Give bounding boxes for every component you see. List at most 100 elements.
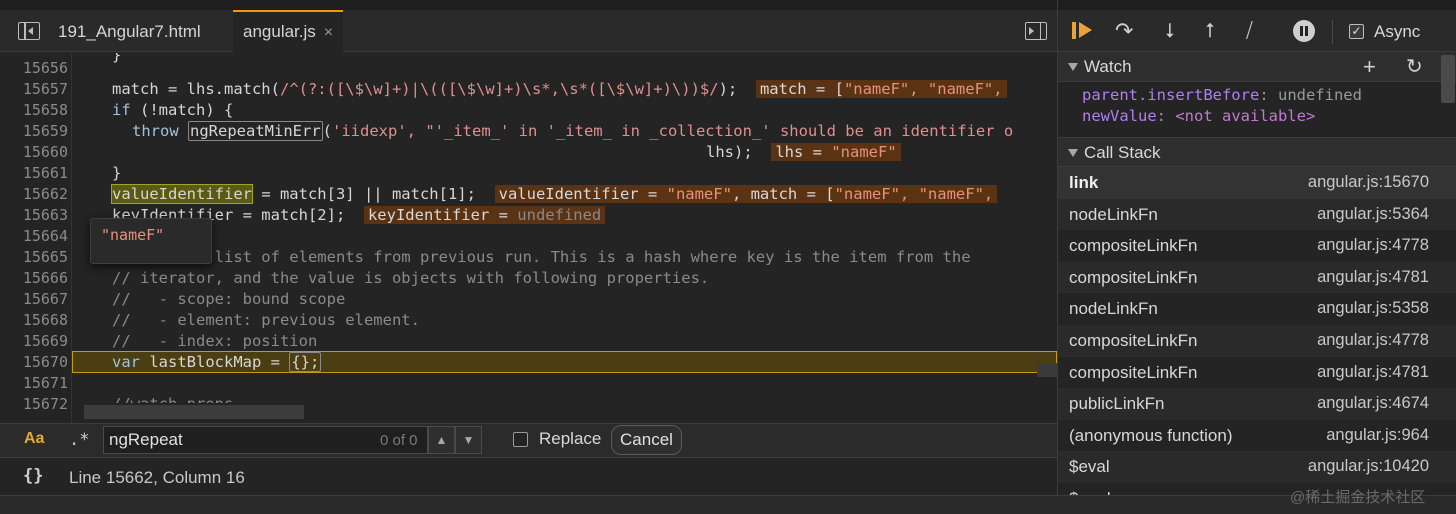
async-label: Async [1374,22,1421,41]
tab-angular7-html[interactable]: 191_Angular7.html [48,10,211,52]
step-over-icon[interactable]: ↷ [1115,20,1139,42]
replace-label: Replace [539,429,602,448]
line-number[interactable]: 15662 [0,184,68,205]
regex-button[interactable]: .* [69,430,89,450]
step-into-icon[interactable]: ⭣ [1158,20,1182,42]
pretty-print-button[interactable]: {} [23,466,43,486]
call-stack-section-header[interactable]: Call Stack [1058,137,1456,167]
horizontal-scrollbar[interactable] [72,403,1057,423]
line-number[interactable]: 15660 [0,142,68,163]
call-frame-function: compositeLinkFn [1069,236,1198,256]
inline-value: lhs = "nameF" [771,143,901,161]
call-frame[interactable]: nodeLinkFn angular.js:5358 [1058,293,1456,325]
line-number[interactable]: 15669 [0,331,68,352]
editor-pane: 191_Angular7.html angular.js × 15656 15657… [0,0,1057,514]
replace-checkbox[interactable] [513,432,528,447]
vertical-scrollbar-thumb[interactable] [1037,363,1057,377]
scrollbar-thumb[interactable] [84,405,304,419]
cancel-button[interactable]: Cancel [611,425,682,455]
call-frame-location[interactable]: angular.js:4778 [1317,236,1429,255]
code-line: lhs); lhs = "nameF" [706,142,901,163]
code-line: throw ngRepeatMinErr ('iidexp', "'_item_'… [132,121,1014,141]
async-checkbox[interactable]: ✓ [1349,24,1364,39]
call-frame-function: nodeLinkFn [1069,204,1158,224]
line-number[interactable]: 15656 [0,58,68,79]
call-frame[interactable]: publicLinkFn angular.js:4674 [1058,388,1456,420]
editor-tab-bar: 191_Angular7.html angular.js × [0,10,1057,52]
cursor-position: Line 15662, Column 16 [69,468,245,487]
call-frame[interactable]: compositeLinkFn angular.js:4781 [1058,261,1456,294]
call-stack-list: link angular.js:15670 nodeLinkFn angular.js… [1058,167,1456,495]
line-number[interactable]: 15667 [0,289,68,310]
navigator-toggle-icon[interactable] [18,22,40,40]
call-frame-location[interactable]: angular.js:4781 [1317,363,1429,382]
watch-item[interactable]: parent.insertBefore: undefined [1082,86,1362,104]
line-number[interactable]: 15672 [0,394,68,415]
line-number[interactable]: 15665 [0,247,68,268]
debugger-toggle-icon[interactable] [1025,22,1047,40]
inline-value: keyIdentifier = undefined [363,206,606,224]
close-icon[interactable]: × [324,24,333,41]
pause-on-exceptions-icon[interactable] [1293,20,1315,42]
call-frame-location[interactable]: angular.js:10420 [1308,457,1429,476]
code-line: // iterator, and the value is objects wi… [112,269,710,287]
deactivate-breakpoints-icon[interactable]: ⧸ [1246,20,1270,42]
tab-angular-js[interactable]: angular.js × [233,10,344,52]
call-frame-location[interactable]: angular.js:964 [1326,426,1429,445]
line-number[interactable]: 15663 [0,205,68,226]
call-frame-location[interactable]: angular.js:15670 [1308,173,1429,192]
line-number[interactable]: 15671 [0,373,68,394]
line-number[interactable]: 15668 [0,310,68,331]
hover-value-popover: "nameF" [90,218,212,264]
match-case-button[interactable]: Aa [24,430,44,448]
call-frame-location[interactable]: angular.js:5364 [1317,205,1429,224]
line-number-gutter: 15656 15657 15658 15659 15660 15661 15662 15663… [0,53,72,425]
call-frame[interactable]: nodeLinkFn angular.js:5364 [1058,198,1456,231]
call-frame-function: $eval [1069,457,1110,477]
line-number[interactable]: 15661 [0,163,68,184]
call-frame-function: nodeLinkFn [1069,299,1158,319]
tab-label: 191_Angular7.html [58,22,201,41]
resume-icon[interactable] [1072,20,1096,42]
watch-list: parent.insertBefore: undefined newValue:… [1058,82,1456,137]
call-frame[interactable]: compositeLinkFn angular.js:4778 [1058,230,1456,262]
status-bar: {} Line 15662, Column 16 [0,457,1057,495]
next-match-button[interactable]: ▼ [455,426,482,454]
call-frame-function: compositeLinkFn [1069,267,1198,287]
call-frame[interactable]: compositeLinkFn angular.js:4778 [1058,325,1456,357]
inline-value: valueIdentifier = "nameF", match = ["nam… [494,185,998,203]
chevron-down-icon: ▼ [462,433,475,447]
code-area[interactable]: } match = lhs.match(/^(?:([\$\w]+)|\(([\… [72,53,1057,403]
expand-triangle-icon [1068,149,1078,157]
chevron-up-icon: ▲ [435,433,448,447]
refresh-icon[interactable]: ↻ [1406,54,1423,79]
call-frame[interactable]: compositeLinkFn angular.js:4781 [1058,357,1456,389]
watermark: @稀土掘金技术社区 [1290,489,1426,506]
line-number[interactable]: 15664 [0,226,68,247]
call-frame-location[interactable]: angular.js:4674 [1317,394,1429,413]
code-line: // - index: position [112,332,318,350]
line-number[interactable]: 15666 [0,268,68,289]
section-title: Watch [1084,57,1132,76]
call-frame[interactable]: $eval angular.js:10420 [1058,451,1456,483]
call-frame-location[interactable]: angular.js:4778 [1317,331,1429,350]
line-number[interactable]: 15659 [0,121,68,142]
call-frame[interactable]: (anonymous function) angular.js:964 [1058,420,1456,452]
step-out-icon[interactable]: ⭡ [1198,20,1222,42]
code-line: var lastBlockMap = {}; [112,352,322,372]
expand-triangle-icon [1068,63,1078,71]
line-number[interactable]: 15658 [0,100,68,121]
call-frame-location[interactable]: angular.js:4781 [1317,268,1429,287]
call-frame[interactable]: link angular.js:15670 [1058,167,1456,199]
call-frame-function: compositeLinkFn [1069,362,1198,382]
line-number[interactable]: 15657 [0,79,68,100]
code-line: // - element: previous element. [112,311,420,329]
drawer-strip [0,495,1456,514]
watch-section-header[interactable]: Watch + ↻ [1058,52,1456,82]
line-number[interactable]: 15670 [0,352,68,373]
previous-match-button[interactable]: ▲ [428,426,455,454]
call-frame-location[interactable]: angular.js:5358 [1317,299,1429,318]
toolbar-divider [1332,20,1333,44]
add-icon[interactable]: + [1363,54,1376,80]
watch-item[interactable]: newValue: <not available> [1082,107,1315,125]
